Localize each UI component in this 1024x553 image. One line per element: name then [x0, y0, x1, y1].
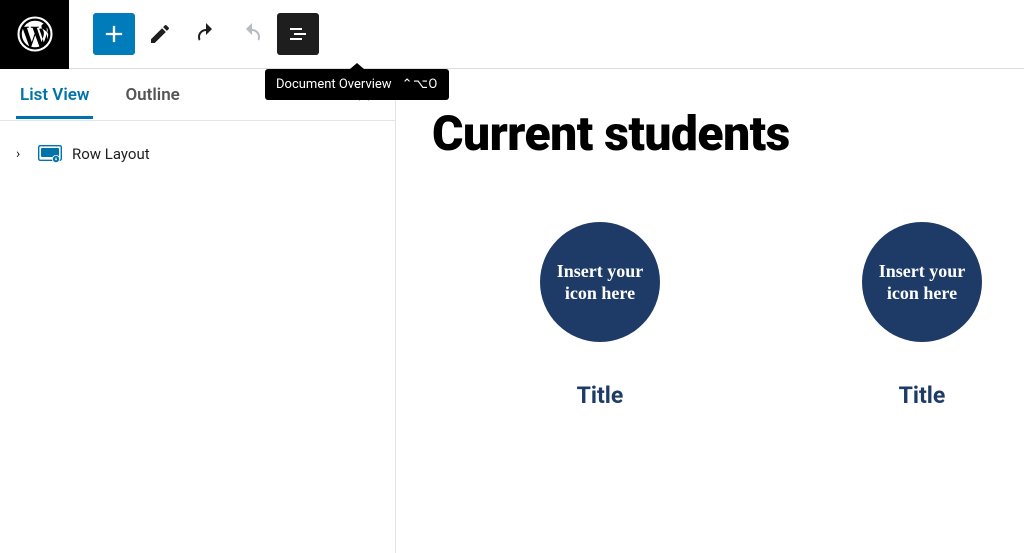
document-overview-tooltip: Document Overview ⌃⌥O — [265, 69, 449, 100]
card-title[interactable]: Title — [577, 382, 624, 409]
add-block-button[interactable] — [93, 13, 135, 55]
redo-button[interactable] — [231, 13, 273, 55]
app-root: Document Overview ⌃⌥O List View Outline … — [0, 0, 1024, 553]
block-tree: › Row Layout — [0, 121, 395, 187]
sidebar: List View Outline › — [0, 69, 395, 553]
list-view-icon — [286, 22, 310, 46]
pencil-icon — [148, 22, 172, 46]
wordpress-icon — [17, 16, 53, 52]
body-row: List View Outline › — [0, 69, 1024, 553]
undo-icon — [194, 22, 218, 46]
plus-icon — [100, 20, 128, 48]
tree-row-row-layout[interactable]: › Row Layout — [16, 139, 379, 169]
redo-icon — [240, 22, 264, 46]
icon-placeholder-circle[interactable]: Insert your icon here — [862, 222, 982, 342]
undo-button[interactable] — [185, 13, 227, 55]
chevron-right-icon: › — [16, 146, 28, 162]
card-item[interactable]: Insert your icon here Title — [856, 222, 988, 409]
icon-placeholder-circle[interactable]: Insert your icon here — [540, 222, 660, 342]
wordpress-logo-button[interactable] — [0, 0, 69, 69]
page-title[interactable]: Current students — [432, 105, 988, 162]
row-layout-block[interactable]: Insert your icon here Title Insert your … — [432, 222, 988, 409]
tab-list-view[interactable]: List View — [16, 71, 93, 119]
tooltip-shortcut: ⌃⌥O — [402, 77, 438, 92]
tree-row-label: Row Layout — [72, 145, 150, 163]
row-layout-icon — [38, 145, 62, 163]
tooltip-text: Document Overview — [276, 77, 392, 92]
card-item[interactable]: Insert your icon here Title — [534, 222, 666, 409]
editor-canvas[interactable]: Current students Insert your icon here T… — [395, 69, 1024, 553]
document-overview-button[interactable] — [277, 13, 319, 55]
topbar: Document Overview ⌃⌥O — [0, 0, 1024, 69]
tab-outline[interactable]: Outline — [121, 71, 183, 119]
card-title[interactable]: Title — [899, 382, 946, 409]
editor-toolbar: Document Overview ⌃⌥O — [69, 13, 319, 55]
edit-button[interactable] — [139, 13, 181, 55]
